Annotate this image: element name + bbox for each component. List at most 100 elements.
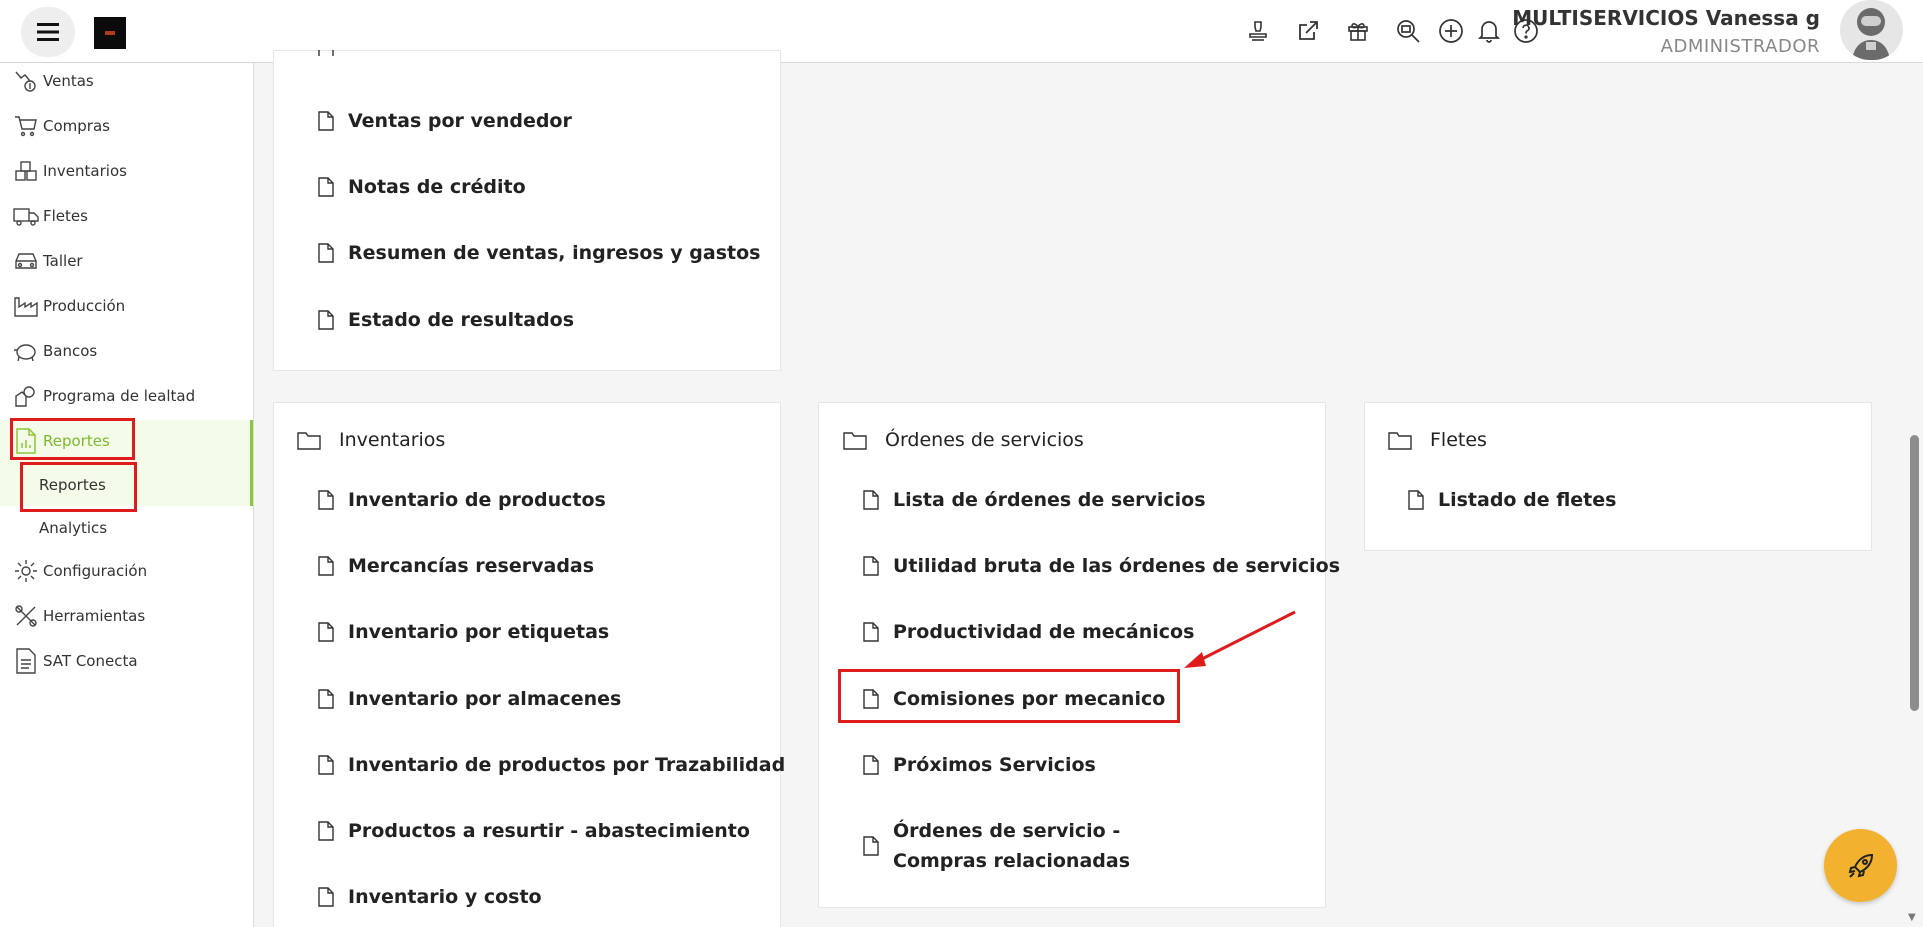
report-link-productividad-mecanicos[interactable]: Productividad de mecánicos [863, 617, 1194, 647]
sidebar-item-ventas[interactable]: Ventas [12, 63, 247, 99]
file-icon [318, 617, 348, 647]
bell-icon[interactable] [1474, 16, 1504, 46]
report-link-mercancias-reservadas[interactable]: Mercancías reservadas [318, 551, 594, 581]
sidebar-item-label: Bancos [43, 342, 98, 360]
scrollbar-thumb[interactable] [1910, 435, 1919, 711]
report-link-notas-credito[interactable]: Notas de crédito [318, 172, 526, 202]
piggy-bank-icon [12, 337, 40, 365]
sidebar-item-compras[interactable]: Compras [12, 108, 247, 144]
report-link-resumen-ventas[interactable]: Resumen de ventas, ingresos y gastos [318, 238, 760, 268]
sidebar-item-bancos[interactable]: Bancos [12, 333, 247, 369]
factory-icon [12, 292, 40, 320]
folder-icon [843, 430, 869, 450]
sidebar-subitem-analytics[interactable]: Analytics [39, 519, 107, 537]
section-title: Órdenes de servicios [885, 429, 1084, 451]
report-link-listado-fletes[interactable]: Listado de fletes [1408, 485, 1616, 515]
report-link-label: Ventas por vendedor [348, 110, 572, 132]
report-link-inventario-almacenes[interactable]: Inventario por almacenes [318, 684, 621, 714]
report-link-label: Próximos Servicios [893, 754, 1096, 776]
report-link-inventario-trazabilidad[interactable]: Inventario de productos por Trazabilidad [318, 750, 785, 780]
section-title-inventarios: Inventarios [297, 429, 445, 451]
report-link-label: Inventario y costo [348, 886, 542, 908]
report-link-label: Productos a resurtir - abastecimiento [348, 820, 750, 842]
hamburger-icon [37, 23, 59, 41]
search-zoom-icon[interactable] [1393, 16, 1423, 46]
report-link-label: Órdenes de servicio - Compras relacionad… [893, 820, 1131, 872]
sidebar-item-label: Producción [43, 297, 126, 315]
file-icon [318, 551, 348, 581]
report-link-productos-resurtir[interactable]: Productos a resurtir - abastecimiento [318, 816, 750, 846]
report-link-utilidad-bruta[interactable]: Utilidad bruta de las órdenes de servici… [863, 551, 1340, 581]
sidebar-item-herramientas[interactable]: Herramientas [12, 598, 247, 634]
sidebar-item-label: Ventas [43, 72, 94, 90]
gear-icon [12, 557, 40, 585]
sidebar-item-label: Compras [43, 117, 110, 135]
truck-icon [12, 202, 40, 230]
report-link-label: Inventario de productos por Trazabilidad [348, 754, 786, 776]
annotation-highlight-comisiones [838, 669, 1180, 723]
report-link-label: Inventario de productos [348, 489, 606, 511]
report-link-label: Inventario por almacenes [348, 688, 622, 710]
report-link-inventario-productos[interactable]: Inventario de productos [318, 485, 606, 515]
scroll-down-arrow-icon[interactable]: ▼ [1908, 912, 1916, 923]
company-logo[interactable] [94, 17, 126, 49]
cut-off-row [318, 50, 558, 64]
sidebar-item-label: Taller [43, 252, 83, 270]
file-icon [863, 485, 893, 515]
rocket-fab-button[interactable] [1824, 829, 1897, 902]
section-title: Inventarios [339, 429, 446, 451]
report-card-fletes [1364, 402, 1872, 551]
avatar[interactable] [1840, 0, 1903, 60]
gift-icon[interactable] [1343, 16, 1373, 46]
external-link-icon[interactable] [1293, 16, 1323, 46]
report-link-inventario-etiquetas[interactable]: Inventario por etiquetas [318, 617, 609, 647]
document-icon [12, 647, 40, 675]
tools-icon [12, 602, 40, 630]
report-link-compras-relacionadas[interactable]: Órdenes de servicio - Compras relacionad… [863, 816, 1263, 876]
sidebar-item-sat[interactable]: SAT Conecta [12, 643, 247, 679]
cart-icon [12, 112, 40, 140]
sidebar-item-taller[interactable]: Taller [12, 243, 247, 279]
plus-circle-icon[interactable] [1436, 16, 1466, 46]
folder-icon [1388, 430, 1414, 450]
section-title-ordenes: Órdenes de servicios [843, 429, 1084, 451]
report-link-label: Notas de crédito [348, 176, 526, 198]
folder-icon [297, 430, 323, 450]
report-link-label: Listado de fletes [1438, 489, 1617, 511]
report-link-estado-resultados[interactable]: Estado de resultados [318, 305, 574, 335]
report-link-inventario-costo[interactable]: Inventario y costo [318, 882, 542, 912]
report-link-label: Resumen de ventas, ingresos y gastos [348, 242, 761, 264]
report-link-label: Mercancías reservadas [348, 555, 595, 577]
sidebar-item-label: Programa de lealtad [43, 387, 196, 405]
sidebar-item-fletes[interactable]: Fletes [12, 198, 247, 234]
sidebar-item-label: Fletes [43, 207, 88, 225]
report-link-label: Utilidad bruta de las órdenes de servici… [893, 555, 1341, 577]
sidebar-item-inventarios[interactable]: Inventarios [12, 153, 247, 189]
annotation-highlight-reportes [10, 418, 135, 460]
boxes-icon [12, 157, 40, 185]
file-icon [863, 551, 893, 581]
sidebar-item-produccion[interactable]: Producción [12, 288, 247, 324]
file-icon [318, 238, 348, 268]
report-link-ventas-vendedor[interactable]: Ventas por vendedor [318, 106, 572, 136]
report-link-proximos-servicios[interactable]: Próximos Servicios [863, 750, 1096, 780]
report-link-lista-ordenes[interactable]: Lista de órdenes de servicios [863, 485, 1206, 515]
menu-toggle-button[interactable] [21, 7, 75, 57]
company-name[interactable]: MULTISERVICIOS Vanessa g [1512, 6, 1820, 30]
section-title-fletes: Fletes [1388, 429, 1487, 451]
sales-icon [12, 67, 40, 95]
file-icon [318, 485, 348, 515]
file-icon [318, 882, 348, 912]
section-title: Fletes [1430, 429, 1487, 451]
user-role: ADMINISTRADOR [1660, 36, 1820, 57]
sidebar-item-label: SAT Conecta [43, 652, 138, 670]
file-icon [318, 684, 348, 714]
sidebar-item-lealtad[interactable]: Programa de lealtad [12, 378, 247, 414]
report-link-label: Productividad de mecánicos [893, 621, 1195, 643]
annotation-arrow-icon [1184, 610, 1296, 668]
sidebar-item-label: Configuración [43, 562, 148, 580]
stamp-icon[interactable] [1243, 16, 1273, 46]
report-card-inventarios [273, 402, 781, 927]
sidebar-item-configuracion[interactable]: Configuración [12, 553, 247, 589]
sidebar-item-label: Inventarios [43, 162, 127, 180]
